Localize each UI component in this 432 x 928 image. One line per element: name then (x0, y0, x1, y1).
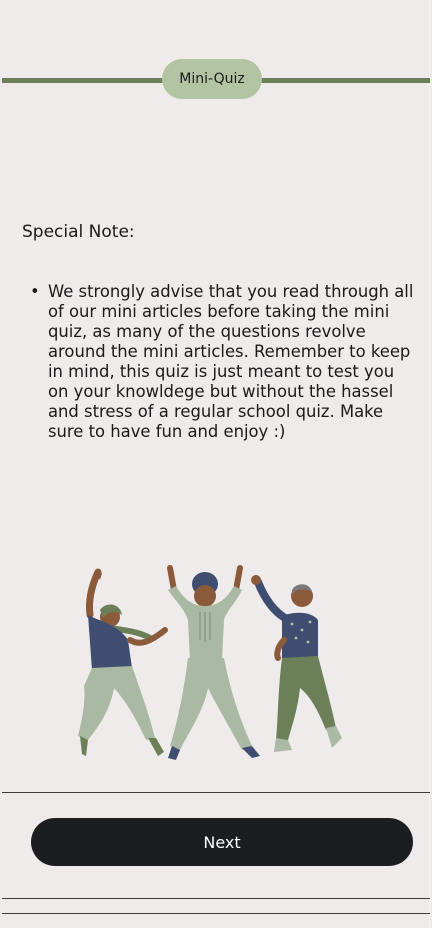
footer-divider-bottom (2, 913, 430, 914)
footer-divider-middle (2, 898, 430, 899)
note-list: • We strongly advise that you read throu… (30, 282, 418, 442)
footer-divider-top (2, 792, 430, 793)
dancer-middle-icon (167, 565, 260, 760)
note-text: We strongly advise that you read through… (48, 282, 414, 441)
screen-edge (429, 0, 430, 928)
dancer-left-icon (78, 568, 168, 756)
dancer-right-icon (251, 575, 342, 752)
list-item: • We strongly advise that you read throu… (30, 282, 418, 442)
bullet-icon: • (30, 282, 40, 301)
page-title: Mini-Quiz (162, 59, 262, 99)
special-note-label: Special Note: (22, 222, 135, 242)
quiz-intro-screen: Mini-Quiz Special Note: • We strongly ad… (0, 0, 432, 928)
next-button[interactable]: Next (31, 818, 413, 866)
dancing-people-illustration (78, 565, 342, 760)
